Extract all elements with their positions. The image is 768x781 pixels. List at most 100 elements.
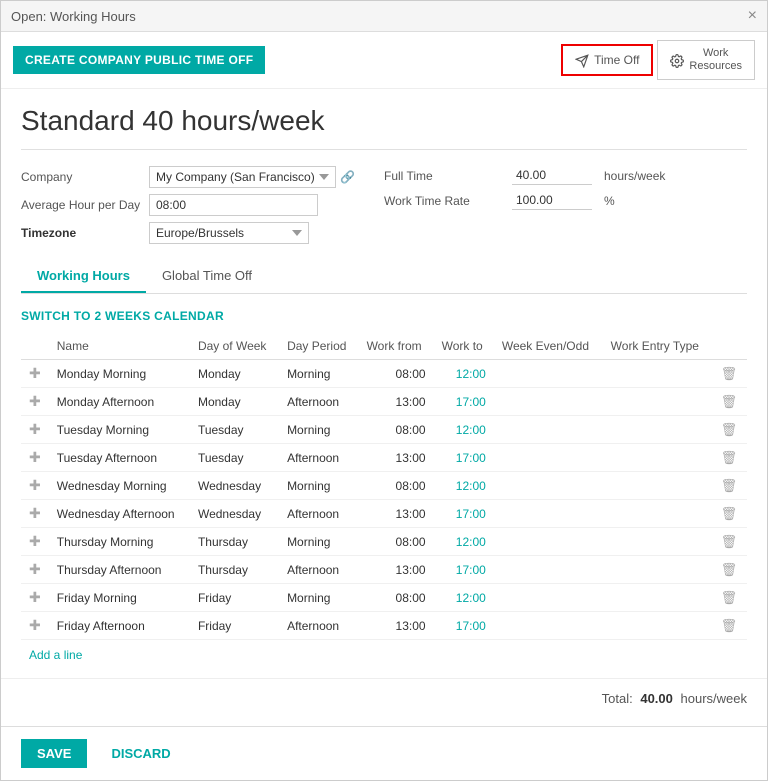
row-day: Monday — [190, 388, 279, 416]
delete-row-icon[interactable]: 🗑 — [721, 450, 738, 465]
time-off-nav-button[interactable]: Time Off — [561, 44, 653, 76]
row-name: Wednesday Morning — [49, 472, 190, 500]
plane-icon — [575, 52, 589, 68]
col-drag — [21, 333, 49, 360]
drag-handle-icon[interactable]: ✚ — [29, 393, 41, 409]
table-row: ✚ Thursday Afternoon Thursday Afternoon … — [21, 556, 747, 584]
row-name: Friday Morning — [49, 584, 190, 612]
row-day: Wednesday — [190, 472, 279, 500]
drag-handle-icon[interactable]: ✚ — [29, 589, 41, 605]
table-row: ✚ Tuesday Morning Tuesday Morning 08:00 … — [21, 416, 747, 444]
drag-handle-icon[interactable]: ✚ — [29, 617, 41, 633]
company-row: Company My Company (San Francisco) 🔗 — [21, 166, 384, 188]
modal-container: Open: Working Hours × CREATE COMPANY PUB… — [0, 0, 768, 781]
row-day: Monday — [190, 360, 279, 388]
close-icon[interactable]: × — [748, 7, 757, 25]
row-name: Tuesday Morning — [49, 416, 190, 444]
delete-row-icon[interactable]: 🗑 — [721, 506, 738, 521]
row-from: 13:00 — [359, 444, 434, 472]
delete-row-icon[interactable]: 🗑 — [721, 478, 738, 493]
row-to: 17:00 — [434, 388, 494, 416]
modal-titlebar: Open: Working Hours × — [1, 1, 767, 32]
delete-row-icon[interactable]: 🗑 — [721, 422, 738, 437]
row-entry-type — [603, 612, 713, 640]
row-to: 12:00 — [434, 416, 494, 444]
row-even-odd — [494, 584, 603, 612]
row-from: 13:00 — [359, 388, 434, 416]
company-select[interactable]: My Company (San Francisco) — [149, 166, 336, 188]
row-even-odd — [494, 472, 603, 500]
drag-handle-cell: ✚ — [21, 388, 49, 416]
drag-handle-icon[interactable]: ✚ — [29, 365, 41, 381]
row-entry-type — [603, 556, 713, 584]
fulltime-unit: hours/week — [604, 169, 665, 183]
delete-row-icon[interactable]: 🗑 — [721, 394, 738, 409]
timezone-select[interactable]: Europe/Brussels — [149, 222, 309, 244]
row-name: Thursday Morning — [49, 528, 190, 556]
total-value: 40.00 — [640, 691, 673, 706]
row-name: Wednesday Afternoon — [49, 500, 190, 528]
delete-row-icon[interactable]: 🗑 — [721, 618, 738, 633]
row-from: 08:00 — [359, 584, 434, 612]
drag-handle-icon[interactable]: ✚ — [29, 561, 41, 577]
row-name: Thursday Afternoon — [49, 556, 190, 584]
col-period: Day Period — [279, 333, 359, 360]
delete-row-icon[interactable]: 🗑 — [721, 366, 738, 381]
drag-handle-icon[interactable]: ✚ — [29, 421, 41, 437]
drag-handle-cell: ✚ — [21, 472, 49, 500]
table-row: ✚ Wednesday Afternoon Wednesday Afternoo… — [21, 500, 747, 528]
switch-calendar-link[interactable]: SWITCH TO 2 WEEKS CALENDAR — [21, 309, 224, 323]
row-delete-cell: 🗑 — [713, 556, 747, 584]
save-button[interactable]: SAVE — [21, 739, 87, 768]
delete-row-icon[interactable]: 🗑 — [721, 534, 738, 549]
drag-handle-cell: ✚ — [21, 584, 49, 612]
work-resources-label: Work Resources — [689, 47, 742, 73]
row-from: 08:00 — [359, 416, 434, 444]
table-row: ✚ Friday Afternoon Friday Afternoon 13:0… — [21, 612, 747, 640]
row-delete-cell: 🗑 — [713, 388, 747, 416]
worktime-input[interactable] — [512, 191, 592, 210]
tab-working-hours[interactable]: Working Hours — [21, 260, 146, 293]
row-period: Afternoon — [279, 556, 359, 584]
company-field-group: My Company (San Francisco) 🔗 — [149, 166, 355, 188]
avg-hour-row: Average Hour per Day — [21, 194, 384, 216]
row-from: 13:00 — [359, 500, 434, 528]
drag-handle-cell: ✚ — [21, 500, 49, 528]
drag-handle-icon[interactable]: ✚ — [29, 449, 41, 465]
discard-button[interactable]: DISCARD — [99, 739, 182, 768]
row-delete-cell: 🗑 — [713, 528, 747, 556]
fulltime-row: Full Time hours/week — [384, 166, 747, 185]
create-company-public-time-off-button[interactable]: CREATE COMPANY PUBLIC TIME OFF — [13, 46, 265, 74]
avg-hour-input[interactable] — [149, 194, 318, 216]
drag-handle-cell: ✚ — [21, 444, 49, 472]
delete-row-icon[interactable]: 🗑 — [721, 590, 738, 605]
fulltime-label: Full Time — [384, 169, 504, 183]
tabs-bar: Working Hours Global Time Off — [21, 260, 747, 294]
col-to: Work to — [434, 333, 494, 360]
time-off-label: Time Off — [594, 53, 639, 67]
drag-handle-icon[interactable]: ✚ — [29, 533, 41, 549]
add-line-link[interactable]: Add a line — [21, 648, 82, 662]
work-resources-nav-button[interactable]: Work Resources — [657, 40, 755, 80]
table-row: ✚ Tuesday Afternoon Tuesday Afternoon 13… — [21, 444, 747, 472]
col-from: Work from — [359, 333, 434, 360]
drag-handle-icon[interactable]: ✚ — [29, 477, 41, 493]
fulltime-input[interactable] — [512, 166, 592, 185]
drag-handle-cell: ✚ — [21, 416, 49, 444]
row-entry-type — [603, 416, 713, 444]
drag-handle-icon[interactable]: ✚ — [29, 505, 41, 521]
delete-row-icon[interactable]: 🗑 — [721, 562, 738, 577]
row-day: Tuesday — [190, 416, 279, 444]
row-to: 17:00 — [434, 444, 494, 472]
row-entry-type — [603, 528, 713, 556]
row-entry-type — [603, 444, 713, 472]
row-entry-type — [603, 500, 713, 528]
row-even-odd — [494, 500, 603, 528]
row-name: Friday Afternoon — [49, 612, 190, 640]
external-link-icon[interactable]: 🔗 — [340, 170, 355, 184]
tab-global-time-off[interactable]: Global Time Off — [146, 260, 268, 293]
record-title: Standard 40 hours/week — [21, 105, 747, 150]
row-delete-cell: 🗑 — [713, 360, 747, 388]
gear-icon — [670, 52, 684, 68]
table-row: ✚ Thursday Morning Thursday Morning 08:0… — [21, 528, 747, 556]
